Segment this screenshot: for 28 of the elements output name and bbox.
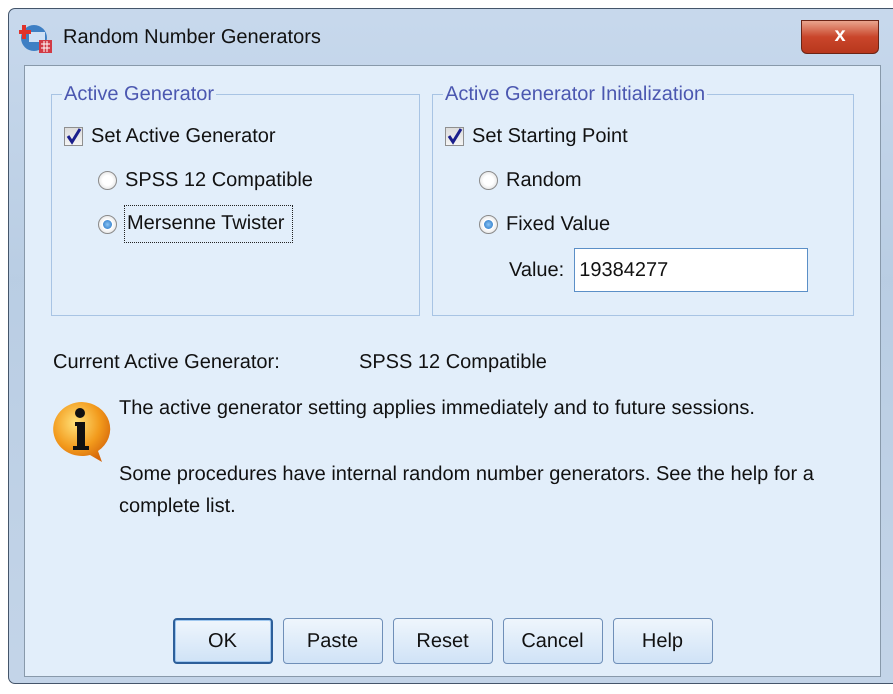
- checkbox-label: Set Starting Point: [472, 124, 628, 149]
- dialog-button[interactable]: Paste: [282, 618, 382, 664]
- dialog-button[interactable]: Reset: [392, 618, 492, 664]
- dialog-button[interactable]: OK: [172, 618, 272, 664]
- radio-button[interactable]: [479, 170, 498, 190]
- info-text: Some procedures have internal random number generators. See the help for a complete list.: [119, 462, 815, 519]
- dialog-button[interactable]: Help: [612, 618, 712, 664]
- radio-label: Random: [506, 168, 582, 193]
- radio-button[interactable]: [98, 214, 117, 234]
- radio-label: Fixed Value: [506, 212, 610, 237]
- dialog-button[interactable]: Cancel: [502, 618, 602, 664]
- group-title: Active Generator Initialization: [444, 84, 706, 104]
- group-title: Active Generator: [63, 84, 216, 104]
- info-text: The active generator setting applies immediately and to future sessions.: [119, 396, 756, 421]
- checkbox[interactable]: [445, 126, 464, 146]
- close-button[interactable]: x: [801, 20, 879, 54]
- current-generator-value: SPSS 12 Compatible: [359, 350, 547, 375]
- info-icon: [51, 400, 113, 464]
- radio-label: SPSS 12 Compatible: [125, 168, 313, 193]
- radio-button[interactable]: [98, 170, 117, 190]
- value-field[interactable]: 19384277: [574, 248, 808, 292]
- radio-label: Mersenne Twister: [125, 206, 292, 242]
- radio-button[interactable]: [479, 214, 498, 234]
- window-title: Random Number Generators: [63, 25, 321, 50]
- field-label: Value:: [509, 258, 564, 283]
- checkbox[interactable]: [64, 126, 83, 146]
- current-generator-label: Current Active Generator:: [53, 350, 281, 375]
- checkbox-label: Set Active Generator: [91, 124, 276, 149]
